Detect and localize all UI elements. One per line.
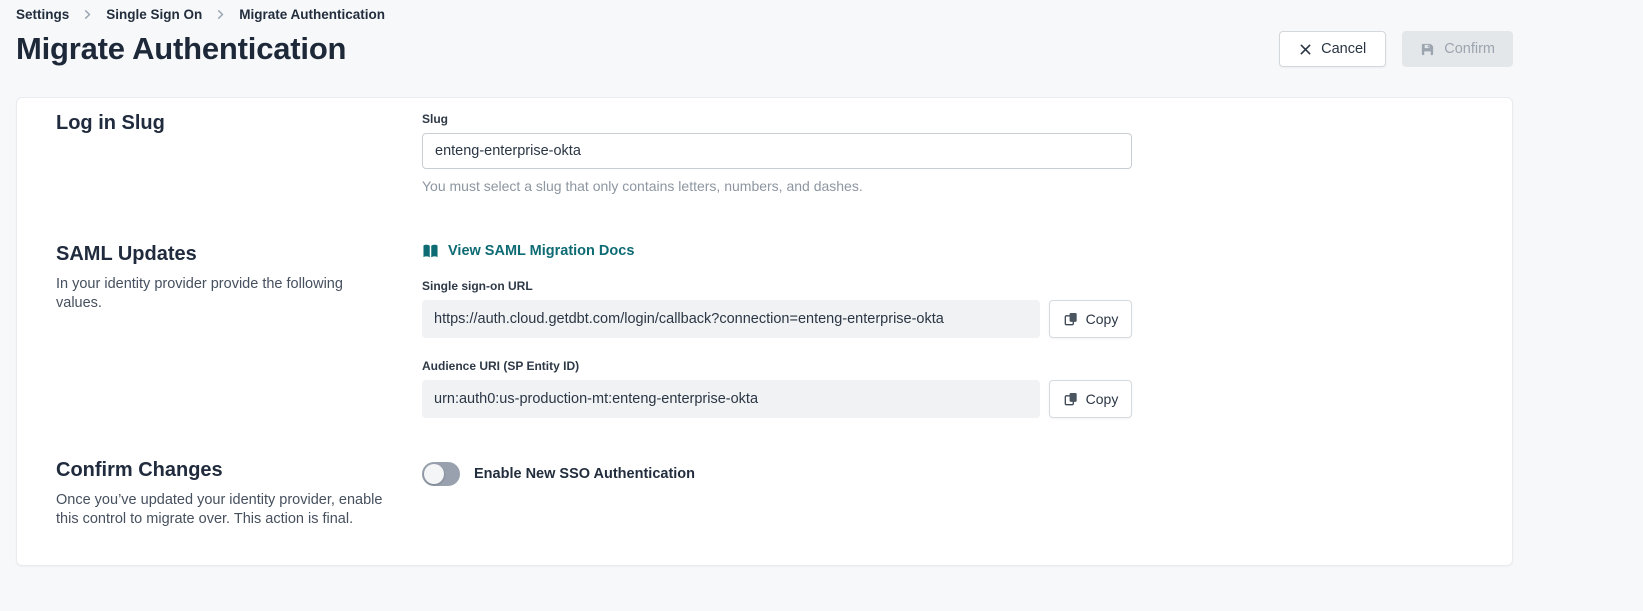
copy-button-label: Copy [1086, 311, 1119, 327]
audience-uri-label: Audience URI (SP Entity ID) [422, 359, 1472, 373]
page-header: Migrate Authentication Cancel Confirm [16, 31, 1513, 67]
save-icon [1420, 42, 1435, 57]
chevron-right-icon [82, 9, 93, 20]
breadcrumb: Settings Single Sign On Migrate Authenti… [16, 0, 1513, 22]
sso-url-row: https://auth.cloud.getdbt.com/login/call… [422, 300, 1472, 338]
cancel-button-label: Cancel [1321, 41, 1366, 57]
toggle-knob [424, 464, 444, 484]
audience-uri-field[interactable]: urn:auth0:us-production-mt:enteng-enterp… [422, 380, 1040, 418]
section-confirm-changes: Confirm Changes Once you’ve updated your… [17, 459, 1512, 529]
sso-toggle-row: Enable New SSO Authentication [422, 462, 1472, 486]
slug-input[interactable] [422, 133, 1132, 169]
login-slug-heading: Log in Slug [56, 112, 422, 135]
header-actions: Cancel Confirm [1279, 31, 1513, 67]
saml-updates-description: In your identity provider provide the fo… [56, 275, 386, 313]
section-login-slug: Log in Slug Slug You must select a slug … [17, 112, 1512, 194]
copy-audience-uri-button[interactable]: Copy [1049, 380, 1132, 418]
audience-uri-row: urn:auth0:us-production-mt:enteng-enterp… [422, 380, 1472, 418]
copy-icon [1063, 311, 1079, 327]
section-saml-updates-left: SAML Updates In your identity provider p… [56, 243, 422, 418]
breadcrumb-item-single-sign-on[interactable]: Single Sign On [106, 7, 202, 22]
section-confirm-changes-right: Enable New SSO Authentication [422, 459, 1472, 529]
page-content: Settings Single Sign On Migrate Authenti… [16, 0, 1513, 566]
section-saml-updates-right: View SAML Migration Docs Single sign-on … [422, 243, 1472, 418]
sso-url-label: Single sign-on URL [422, 279, 1472, 293]
view-saml-migration-docs-label: View SAML Migration Docs [448, 243, 634, 259]
cancel-button[interactable]: Cancel [1279, 31, 1386, 67]
confirm-changes-heading: Confirm Changes [56, 459, 422, 482]
chevron-right-icon [215, 9, 226, 20]
section-login-slug-right: Slug You must select a slug that only co… [422, 112, 1472, 194]
confirm-button-label: Confirm [1444, 41, 1495, 57]
copy-icon [1063, 391, 1079, 407]
book-icon [422, 244, 439, 259]
page-title: Migrate Authentication [16, 31, 346, 67]
copy-sso-url-button[interactable]: Copy [1049, 300, 1132, 338]
settings-card: Log in Slug Slug You must select a slug … [16, 97, 1513, 566]
section-confirm-changes-left: Confirm Changes Once you’ve updated your… [56, 459, 422, 529]
enable-sso-toggle-label: Enable New SSO Authentication [474, 466, 695, 482]
breadcrumb-item-migrate-authentication[interactable]: Migrate Authentication [239, 7, 385, 22]
slug-label: Slug [422, 112, 1472, 126]
confirm-changes-description: Once you’ve updated your identity provid… [56, 491, 386, 529]
copy-button-label: Copy [1086, 391, 1119, 407]
enable-sso-toggle[interactable] [422, 462, 460, 486]
breadcrumb-item-settings[interactable]: Settings [16, 7, 69, 22]
view-saml-migration-docs-link[interactable]: View SAML Migration Docs [422, 243, 634, 259]
close-icon [1299, 43, 1312, 56]
confirm-button[interactable]: Confirm [1402, 31, 1513, 67]
sso-url-field[interactable]: https://auth.cloud.getdbt.com/login/call… [422, 300, 1040, 338]
section-login-slug-left: Log in Slug [56, 112, 422, 194]
section-saml-updates: SAML Updates In your identity provider p… [17, 243, 1512, 418]
saml-updates-heading: SAML Updates [56, 243, 422, 266]
slug-helper-text: You must select a slug that only contain… [422, 178, 1472, 194]
